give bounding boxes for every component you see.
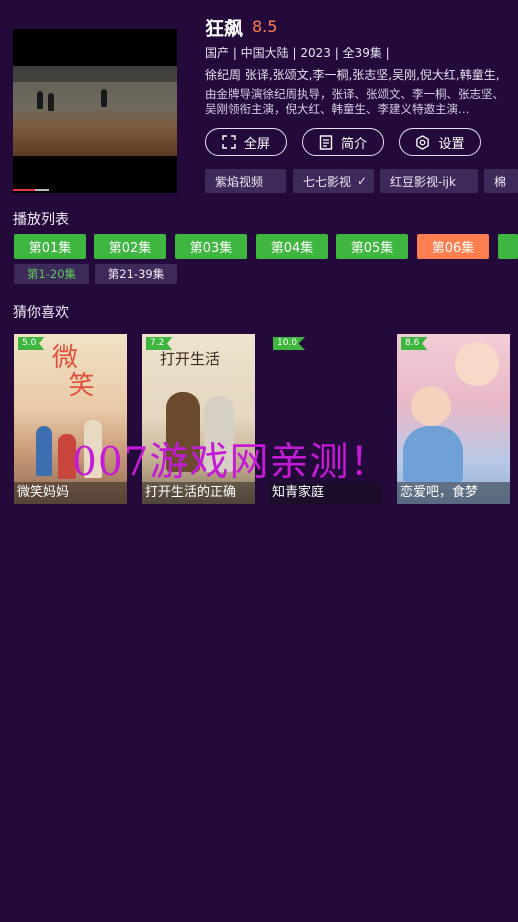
- check-icon: ✓: [357, 174, 368, 188]
- range-label: 第21-39集: [107, 267, 165, 281]
- episode-label: 第01集: [28, 241, 72, 256]
- poster-artwork-text: 微 笑: [52, 343, 95, 401]
- show-description: 由金牌导演徐纪周执导，张译、张颂文、李一桐、张志坚、吴刚领衔主演，倪大红、韩童生…: [205, 87, 504, 116]
- source-chip-label: 七七影视: [303, 174, 352, 189]
- fullscreen-button[interactable]: 全屏: [205, 128, 287, 156]
- source-chip-label: 红豆影视-ijk: [390, 174, 456, 189]
- episode-label: 第06集: [431, 241, 475, 256]
- poster-figure: [403, 426, 463, 482]
- source-chip-label: 棉: [494, 174, 507, 189]
- fullscreen-icon: [222, 135, 236, 149]
- source-chip[interactable]: 红豆影视-ijk: [380, 169, 478, 193]
- range-label: 第1-20集: [26, 267, 77, 281]
- video-progress-bar[interactable]: [13, 189, 35, 191]
- episode-label: 第05集: [350, 241, 394, 256]
- poster-figure: [36, 426, 52, 476]
- settings-hexagon-icon: [416, 134, 430, 150]
- playlist-heading: 播放列表: [13, 212, 69, 228]
- show-cast: 徐纪周 张译,张颂文,李一桐,张志坚,吴刚,倪大红,韩童生,: [205, 68, 500, 82]
- episode-label: 第03集: [189, 241, 233, 256]
- episode-button-active[interactable]: 第06集: [417, 234, 489, 259]
- poster-figure: [455, 342, 499, 386]
- source-chip-label: 紫焰视频: [215, 174, 264, 189]
- document-icon: [319, 134, 333, 150]
- poster-figure: [411, 386, 451, 426]
- video-player[interactable]: [13, 29, 177, 193]
- show-meta: 国产 | 中国大陆 | 2023 | 全39集 |: [205, 46, 390, 60]
- watermark-text: 007游戏网亲测！: [72, 440, 390, 485]
- video-figure: [48, 93, 54, 111]
- fullscreen-label: 全屏: [243, 136, 270, 152]
- video-figure: [101, 89, 107, 107]
- source-chip[interactable]: 紫焰视频: [205, 169, 286, 193]
- episode-button[interactable]: 第03集: [175, 234, 247, 259]
- intro-label: 简介: [340, 136, 367, 152]
- episode-label: 第04集: [270, 241, 314, 256]
- poster-image: [397, 334, 510, 504]
- episode-button[interactable]: 第05集: [336, 234, 408, 259]
- episode-range-tab[interactable]: 第21-39集: [95, 264, 177, 284]
- recommend-card[interactable]: 8.6 恋爱吧，食梦: [397, 334, 510, 504]
- episode-range-tab-active[interactable]: 第1-20集: [14, 264, 89, 284]
- show-title: 狂飙: [205, 18, 244, 40]
- episode-label: 第02集: [108, 241, 152, 256]
- recommend-heading: 猜你喜欢: [13, 305, 69, 321]
- source-chip[interactable]: 棉: [484, 169, 518, 193]
- card-title: 恋爱吧，食梦: [397, 482, 510, 504]
- episode-button[interactable]: 第04集: [256, 234, 328, 259]
- video-buffer-bar: [35, 189, 49, 191]
- video-frame-shadow: [13, 66, 177, 82]
- settings-label: 设置: [438, 136, 465, 152]
- video-figure: [37, 91, 43, 109]
- source-chip-selected[interactable]: 七七影视 ✓: [293, 169, 374, 193]
- settings-button[interactable]: 设置: [399, 128, 481, 156]
- show-rating: 8.5: [252, 17, 278, 36]
- episode-button[interactable]: 第02集: [94, 234, 166, 259]
- episode-button-partial[interactable]: [498, 234, 518, 259]
- intro-button[interactable]: 简介: [302, 128, 384, 156]
- episode-button[interactable]: 第01集: [14, 234, 86, 259]
- poster-artwork-text: 打开生活: [160, 350, 221, 368]
